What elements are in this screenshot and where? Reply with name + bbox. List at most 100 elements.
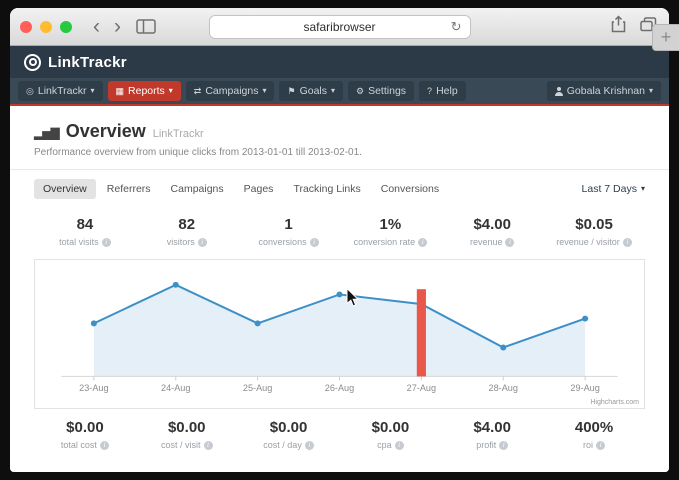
- stat-value: 82: [136, 216, 238, 233]
- tab-tracking-links[interactable]: Tracking Links: [284, 179, 369, 199]
- goals-icon: ⚑: [287, 87, 295, 96]
- tab-pages[interactable]: Pages: [235, 179, 283, 199]
- address-bar[interactable]: safaribrowser ↻: [209, 15, 471, 39]
- sidebar-toggle-button[interactable]: [136, 19, 156, 34]
- window-controls: [20, 21, 72, 33]
- stat-visitors: 82 visitorsi: [136, 216, 238, 247]
- page-title-suffix: LinkTrackr: [153, 128, 204, 140]
- info-icon[interactable]: i: [395, 441, 404, 450]
- stat-conversion-rate: 1% conversion ratei: [339, 216, 441, 247]
- stat-label: roii: [543, 440, 645, 450]
- sidebar-icon: [136, 19, 156, 34]
- stat-value: $0.00: [34, 419, 136, 436]
- svg-text:24-Aug: 24-Aug: [161, 383, 190, 393]
- info-icon[interactable]: i: [623, 238, 632, 247]
- page-header: ▂▅▇ Overview LinkTrackr Performance over…: [10, 106, 669, 170]
- forward-button[interactable]: ›: [107, 17, 128, 37]
- chevron-down-icon: ▾: [90, 87, 94, 95]
- nav-item-label: Settings: [368, 85, 406, 97]
- main-nav: ◎LinkTrackr▾▦Reports▾⇄Campaigns▾⚑Goals▾⚙…: [10, 78, 669, 106]
- chevron-down-icon: ▾: [641, 185, 645, 193]
- share-button[interactable]: [611, 15, 626, 38]
- close-button[interactable]: [20, 21, 32, 33]
- chevron-down-icon: ▾: [169, 87, 173, 95]
- info-icon[interactable]: i: [198, 238, 207, 247]
- info-icon[interactable]: i: [100, 441, 109, 450]
- svg-text:28-Aug: 28-Aug: [489, 383, 518, 393]
- date-range-label: Last 7 Days: [582, 183, 637, 195]
- stat-total-visits: 84total visitsi: [34, 216, 136, 247]
- tab-referrers[interactable]: Referrers: [98, 179, 160, 199]
- nav-item-label: Goals: [300, 85, 327, 97]
- tab-overview[interactable]: Overview: [34, 179, 96, 199]
- chart-credit: Highcharts.com: [590, 399, 639, 406]
- nav-item-campaigns[interactable]: ⇄Campaigns▾: [186, 81, 275, 101]
- svg-text:26-Aug: 26-Aug: [325, 383, 354, 393]
- visits-line-chart: 23-Aug24-Aug25-Aug26-Aug27-Aug28-Aug29-A…: [35, 260, 644, 408]
- stat-roi: 400% roii: [543, 419, 645, 450]
- stat-conversions: 1conversionsi: [238, 216, 340, 247]
- user-name: Gobala Krishnan: [567, 85, 645, 97]
- nav-item-settings[interactable]: ⚙ Settings: [348, 81, 414, 101]
- info-icon[interactable]: i: [102, 238, 111, 247]
- user-menu[interactable]: Gobala Krishnan ▾: [547, 81, 661, 101]
- stats-row-bottom: $0.00total costi$0.00cost / visiti$0.00c…: [10, 409, 669, 462]
- browser-window: ‹ › safaribrowser ↻: [10, 8, 669, 472]
- stat-label: visitorsi: [136, 237, 238, 247]
- stat-value: 400%: [543, 419, 645, 436]
- linktrackr-logo-icon: [24, 54, 41, 71]
- svg-text:23-Aug: 23-Aug: [79, 383, 108, 393]
- tab-conversions[interactable]: Conversions: [372, 179, 448, 199]
- nav-item-reports[interactable]: ▦Reports▾: [108, 81, 181, 101]
- info-icon[interactable]: i: [505, 238, 514, 247]
- stats-row-top: 84total visitsi82 visitorsi1conversionsi1…: [10, 206, 669, 259]
- new-tab-button[interactable]: +: [652, 24, 679, 51]
- linktrackr-icon: ◎: [26, 87, 34, 96]
- nav-item-goals[interactable]: ⚑ Goals ▾: [279, 81, 343, 101]
- help-icon: ?: [427, 87, 432, 96]
- svg-text:27-Aug: 27-Aug: [407, 383, 436, 393]
- stat-label: conversion ratei: [339, 237, 441, 247]
- toolbar-right: [611, 15, 657, 38]
- page-title: Overview: [66, 121, 146, 142]
- stat-revenue: $4.00revenuei: [441, 216, 543, 247]
- stat-label: total visitsi: [34, 237, 136, 247]
- info-icon[interactable]: i: [204, 441, 213, 450]
- stat-value: $0.00: [339, 419, 441, 436]
- stat-label: cost / dayi: [238, 440, 340, 450]
- stat-value: 1%: [339, 216, 441, 233]
- stat-value: $0.00: [136, 419, 238, 436]
- stat-cost-day: $0.00cost / dayi: [238, 419, 340, 450]
- stat-total-cost: $0.00 total costi: [34, 419, 136, 450]
- stat-cost-visit: $0.00 cost / visiti: [136, 419, 238, 450]
- campaigns-icon: ⇄: [194, 87, 202, 96]
- chevron-down-icon: ▾: [331, 87, 335, 95]
- chevron-down-icon: ▾: [262, 87, 266, 95]
- stat-label: conversionsi: [238, 237, 340, 247]
- info-icon[interactable]: i: [499, 441, 508, 450]
- svg-text:29-Aug: 29-Aug: [570, 383, 599, 393]
- user-icon: [555, 87, 563, 96]
- nav-item-linktrackr[interactable]: ◎ LinkTrackr▾: [18, 81, 103, 101]
- url-text: safaribrowser: [303, 20, 375, 34]
- brand-name[interactable]: LinkTrackr: [48, 54, 127, 71]
- info-icon[interactable]: i: [418, 238, 427, 247]
- chevron-down-icon: ▾: [649, 87, 653, 95]
- stat-label: total costi: [34, 440, 136, 450]
- stat-label: cost / visiti: [136, 440, 238, 450]
- settings-icon: ⚙: [356, 87, 364, 96]
- zoom-button[interactable]: [60, 21, 72, 33]
- nav-item-help[interactable]: ?Help: [419, 81, 466, 101]
- tab-campaigns[interactable]: Campaigns: [162, 179, 233, 199]
- refresh-icon[interactable]: ↻: [451, 19, 462, 35]
- minimize-button[interactable]: [40, 21, 52, 33]
- report-tabs: OverviewReferrersCampaignsPagesTracking …: [10, 170, 669, 206]
- info-icon[interactable]: i: [305, 441, 314, 450]
- back-button[interactable]: ‹: [86, 17, 107, 37]
- stat-value: $0.05: [543, 216, 645, 233]
- date-range-dropdown[interactable]: Last 7 Days ▾: [582, 183, 645, 195]
- nav-item-label: LinkTrackr: [38, 85, 87, 97]
- info-icon[interactable]: i: [310, 238, 319, 247]
- info-icon[interactable]: i: [596, 441, 605, 450]
- stat-cpa: $0.00cpai: [339, 419, 441, 450]
